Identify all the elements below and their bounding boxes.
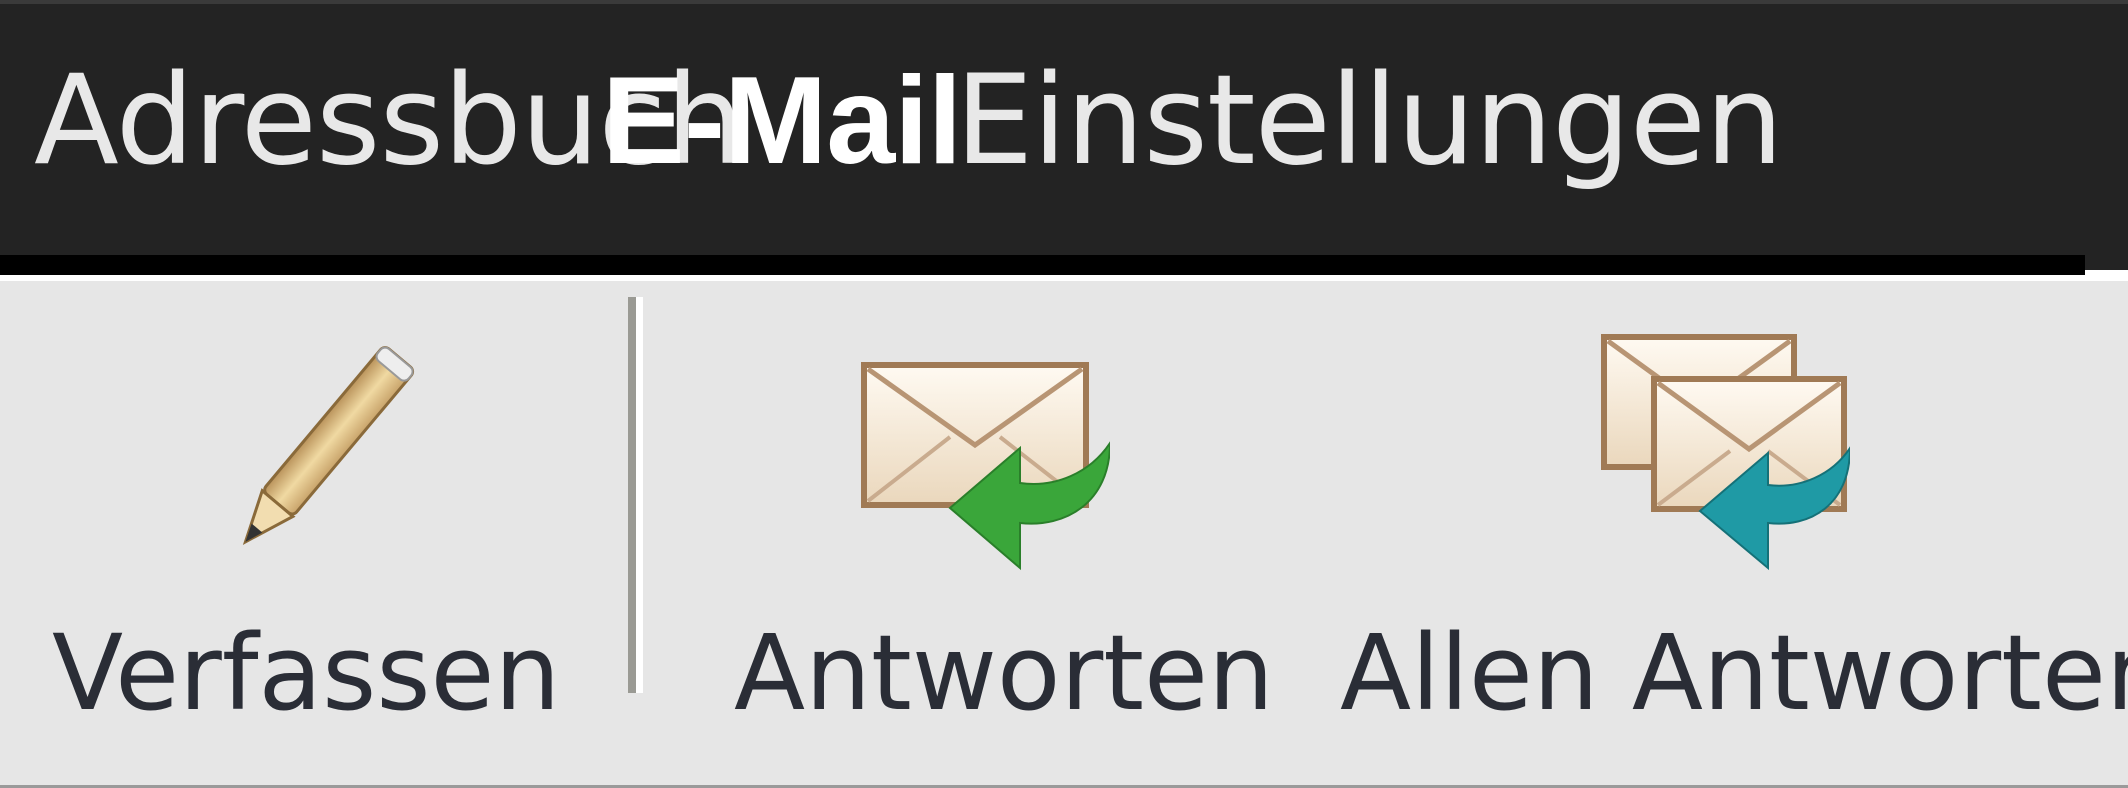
compose-label: Verfassen — [52, 612, 561, 734]
reply-all-button[interactable]: Allen Antworten — [1330, 281, 2128, 781]
main-nav: Adressbuch E-Mail Einstellungen — [0, 4, 2128, 254]
reply-envelope-icon — [861, 362, 1110, 571]
toolbar-separator — [628, 297, 643, 693]
reply-all-label: Allen Antworten — [1340, 612, 2128, 734]
mail-app-window: Adressbuch E-Mail Einstellungen Verfasse… — [0, 0, 2128, 788]
reply-button[interactable]: Antworten — [720, 281, 1274, 781]
nav-underline — [0, 255, 2085, 275]
mail-toolbar: Verfassen Antworten Allen Antworten — [0, 281, 2128, 788]
nav-item-settings[interactable]: Einstellungen — [955, 59, 1784, 183]
compose-button[interactable]: Verfassen — [30, 281, 590, 781]
nav-item-email[interactable]: E-Mail — [602, 59, 962, 183]
reply-all-envelopes-icon — [1601, 334, 1850, 571]
header-divider-gap — [2085, 270, 2128, 278]
reply-label: Antworten — [734, 612, 1274, 734]
pencil-icon — [242, 346, 415, 545]
top-navigation-bar: Adressbuch E-Mail Einstellungen — [0, 0, 2128, 270]
